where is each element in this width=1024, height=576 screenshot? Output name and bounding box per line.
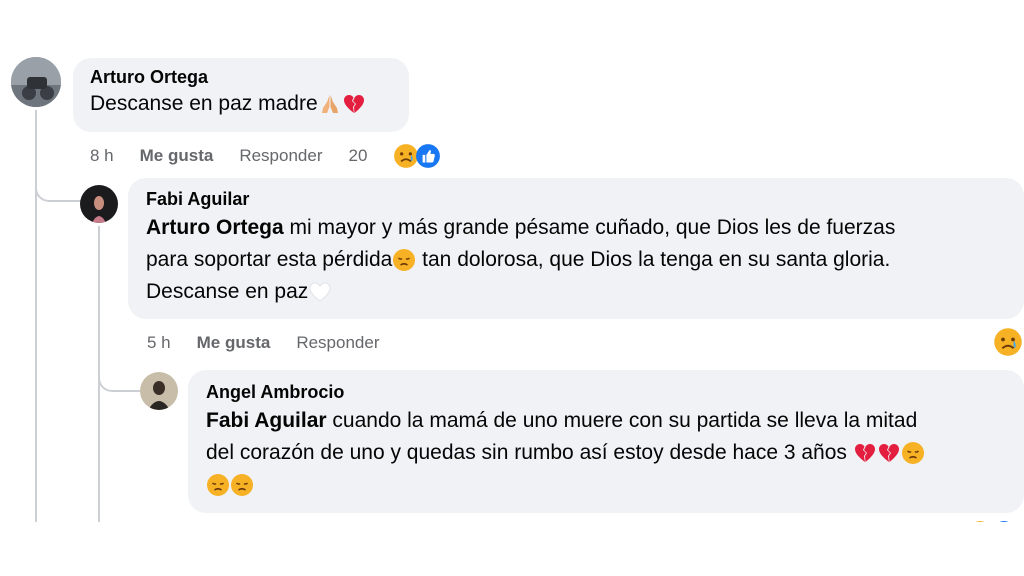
avatar-arturo-ortega[interactable] [11,57,61,107]
mention-link[interactable]: Fabi Aguilar [206,409,327,432]
disappointed-face-icon [230,473,254,497]
disappointed-face-icon [901,441,925,465]
reply-button[interactable]: Responder [296,333,379,353]
comment-actions-fabi: 5 h Me gusta Responder [147,333,406,353]
broken-heart-icon [853,441,877,465]
like-reaction-icon [415,143,441,169]
mention-link[interactable]: Arturo Ortega [146,216,284,239]
avatar-fabi-aguilar[interactable] [80,185,118,223]
comment-bubble-arturo: Arturo Ortega Descanse en paz madre [73,58,409,132]
comment-text: Descanse en paz madre [90,92,366,115]
comment-time: 8 h [90,146,114,165]
bottom-margin [0,522,1024,576]
disappointed-face-icon [206,473,230,497]
disappointed-face-icon [392,248,416,272]
reaction-summary[interactable]: 20 [349,143,442,169]
reply-button[interactable]: Responder [239,146,322,166]
like-button[interactable]: Me gusta [140,146,214,166]
avatar-photo [11,57,61,107]
comment-author[interactable]: Arturo Ortega [90,67,392,88]
broken-heart-icon [342,92,366,116]
like-button[interactable]: Me gusta [197,333,271,353]
comment-bubble-fabi: Fabi Aguilar Arturo Ortega mi mayor y má… [128,178,1024,319]
thread-connector-reply2 [98,360,143,392]
sad-reaction-icon[interactable] [993,327,1023,357]
avatar-photo [80,185,118,223]
reaction-count: 20 [348,146,368,165]
comment-author[interactable]: Fabi Aguilar [146,189,1006,210]
comment-time: 5 h [147,333,171,352]
comment-author[interactable]: Angel Ambrocio [206,382,1006,403]
comment-text: Arturo Ortega mi mayor y más grande pésa… [146,216,896,304]
avatar-angel-ambrocio[interactable] [140,372,178,410]
avatar-photo [140,372,178,410]
white-heart-icon [308,280,332,304]
folded-hands-icon [318,92,342,116]
comment-actions-arturo: 8 h Me gusta Responder 20 [90,143,441,169]
broken-heart-icon [877,441,901,465]
thread-connector-reply1 [35,170,85,202]
comment-bubble-angel: Angel Ambrocio Fabi Aguilar cuando la ma… [188,370,1024,513]
comment-text: Fabi Aguilar cuando la mamá de uno muere… [206,405,1006,501]
